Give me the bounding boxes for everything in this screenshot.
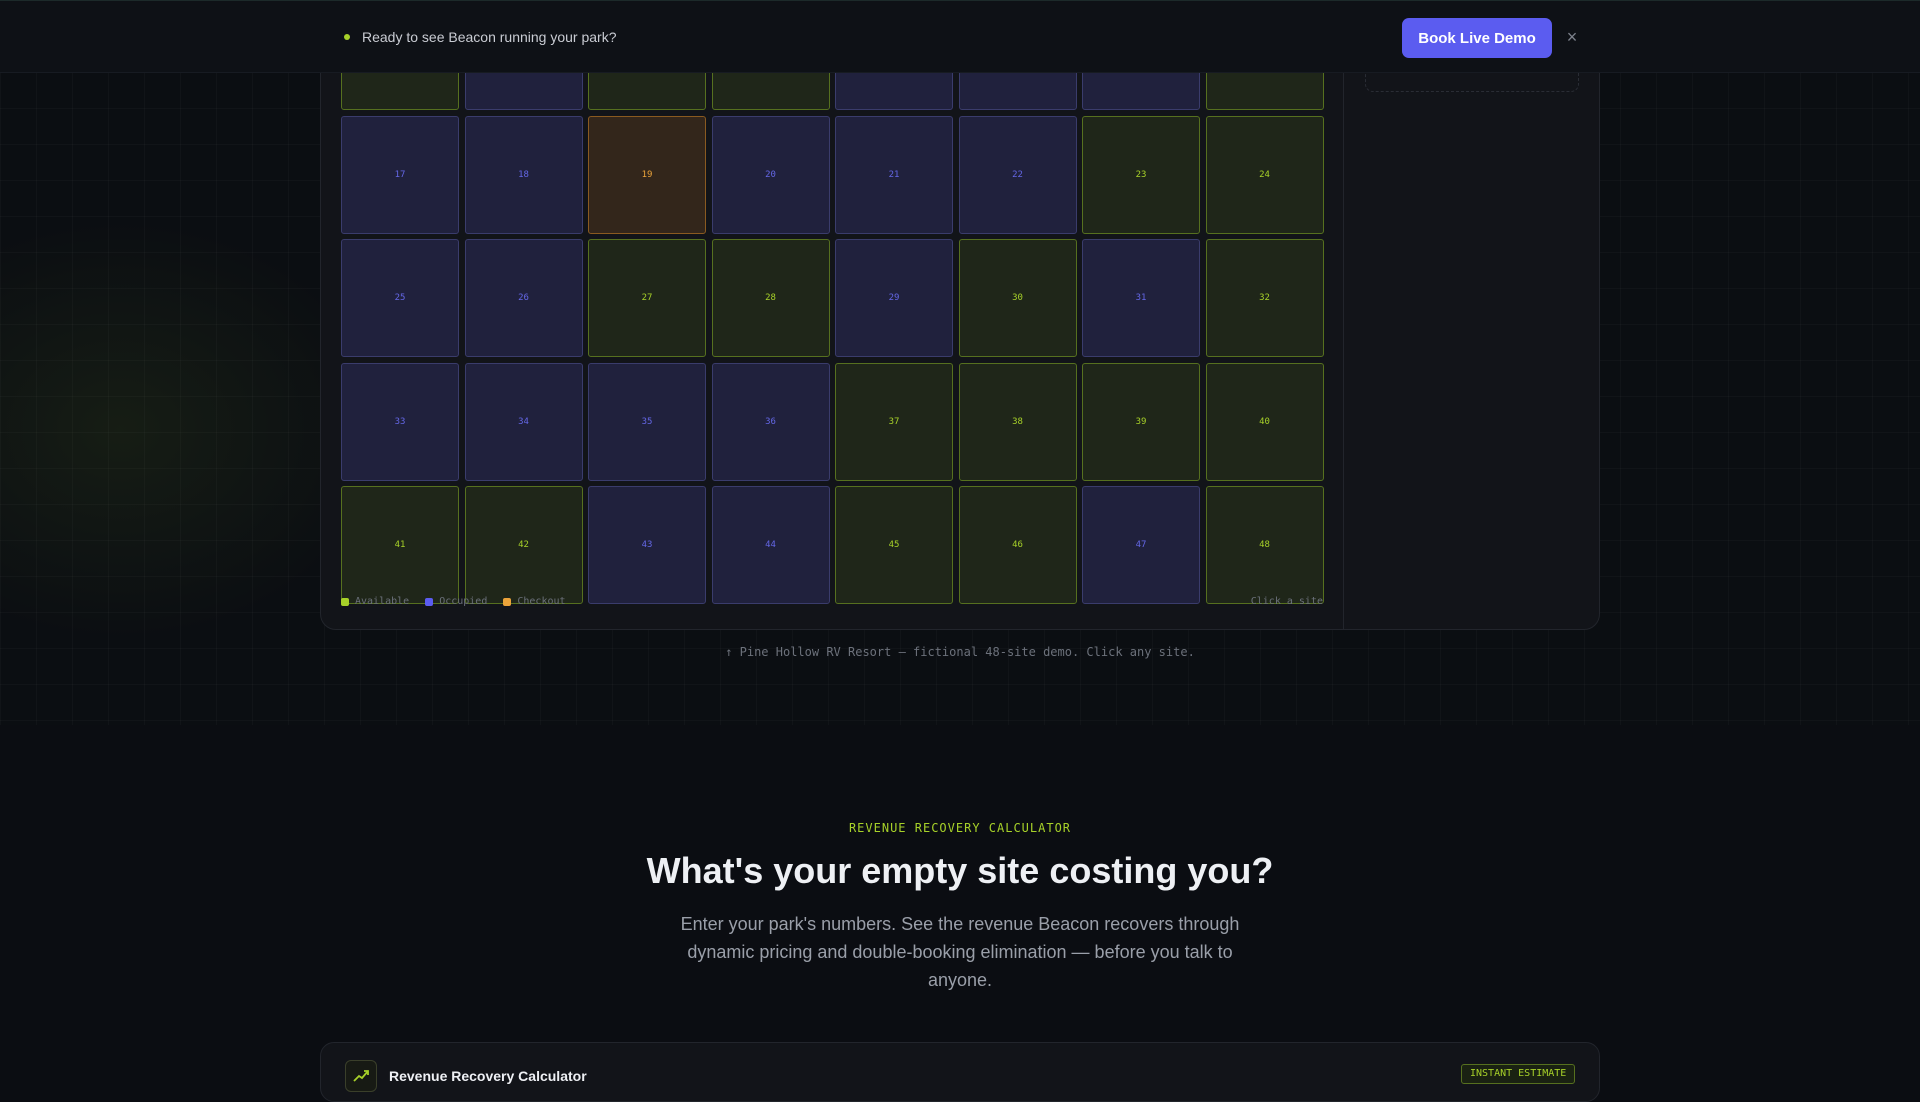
site-48[interactable]: 48 <box>1205 486 1324 604</box>
site-43[interactable]: 43 <box>588 486 706 604</box>
site-number: 40 <box>1259 416 1270 427</box>
site-number: 25 <box>394 293 406 303</box>
site-37[interactable]: 37 <box>835 362 953 481</box>
site-number: 32 <box>1259 293 1270 303</box>
site-32[interactable]: 32 <box>1205 239 1324 357</box>
site-hint: Click a site <box>1250 596 1323 607</box>
site-number: 28 <box>765 293 776 303</box>
site-19[interactable]: 19 <box>588 115 706 234</box>
site-24[interactable]: 24 <box>1205 115 1324 234</box>
site-number: 39 <box>1135 416 1147 427</box>
site-number: 43 <box>641 540 653 550</box>
site-number: 17 <box>394 169 406 180</box>
site-number: 19 <box>641 169 653 180</box>
site-number: 48 <box>1259 540 1270 550</box>
site-number: 45 <box>888 540 900 550</box>
calculator-eyebrow: REVENUE RECOVERY CALCULATOR <box>848 821 1072 835</box>
site-45[interactable]: 45 <box>835 486 953 604</box>
site-25[interactable]: 25 <box>341 239 459 357</box>
site-number: 26 <box>518 293 529 303</box>
site-number: 24 <box>1259 169 1270 180</box>
legend-occupied: Occupied <box>425 596 487 607</box>
site-28[interactable]: 28 <box>711 239 830 357</box>
site-26[interactable]: 26 <box>464 239 583 357</box>
legend-checkout-label: Checkout <box>517 596 566 607</box>
site-number: 36 <box>765 416 776 427</box>
site-grid: 9101112131415161718192021222324252627282… <box>321 0 1343 604</box>
site-34[interactable]: 34 <box>464 362 583 481</box>
site-31[interactable]: 31 <box>1082 239 1200 357</box>
site-21[interactable]: 21 <box>835 115 953 234</box>
site-number: 30 <box>1012 293 1023 303</box>
occupied-swatch <box>425 597 434 606</box>
site-number: 23 <box>1135 169 1147 180</box>
trending-up-icon <box>345 1060 377 1092</box>
site-33[interactable]: 33 <box>341 362 459 481</box>
calculator-card-title: Revenue Recovery Calculator <box>389 1068 587 1084</box>
legend-available: Available <box>341 596 409 607</box>
site-number: 44 <box>765 540 776 550</box>
calculator-headline: What's your empty site costing you? <box>646 850 1274 891</box>
available-swatch <box>341 597 349 606</box>
panel-divider <box>1343 41 1344 629</box>
site-36[interactable]: 36 <box>711 362 830 481</box>
announcement-bar: Ready to see Beacon running your park? B… <box>0 0 1920 73</box>
site-number: 22 <box>1012 169 1023 180</box>
site-46[interactable]: 46 <box>958 486 1077 604</box>
site-number: 18 <box>518 169 529 180</box>
announcement-message: Ready to see Beacon running your park? <box>362 29 617 45</box>
site-17[interactable]: 17 <box>341 115 459 234</box>
calculator-card: Revenue Recovery Calculator INSTANT ESTI… <box>320 1042 1600 1102</box>
legend-checkout: Checkout <box>503 596 566 607</box>
site-18[interactable]: 18 <box>464 115 583 234</box>
site-number: 46 <box>1012 540 1023 550</box>
instant-estimate-badge: INSTANT ESTIMATE <box>1461 1064 1576 1084</box>
site-38[interactable]: 38 <box>958 362 1077 481</box>
site-number: 37 <box>888 416 900 427</box>
close-icon[interactable]: × <box>1561 25 1583 49</box>
calculator-subcopy: Enter your park's numbers. See the reven… <box>680 914 1240 990</box>
site-22[interactable]: 22 <box>958 115 1077 234</box>
site-44[interactable]: 44 <box>711 486 830 604</box>
legend-available-label: Available <box>355 596 410 607</box>
site-23[interactable]: 23 <box>1082 115 1200 234</box>
site-29[interactable]: 29 <box>835 239 953 357</box>
site-35[interactable]: 35 <box>588 362 706 481</box>
site-number: 20 <box>765 169 776 180</box>
site-41[interactable]: 41 <box>341 486 459 604</box>
site-number: 34 <box>518 416 529 427</box>
site-20[interactable]: 20 <box>711 115 830 234</box>
site-42[interactable]: 42 <box>464 486 583 604</box>
status-dot-icon <box>344 34 350 40</box>
checkout-swatch <box>503 597 512 606</box>
site-number: 29 <box>888 293 900 303</box>
site-map-caption: ↑ Pine Hollow RV Resort — fictional 48-s… <box>725 645 1195 659</box>
site-map-panel: 9101112131415161718192021222324252627282… <box>320 0 1600 630</box>
site-number: 38 <box>1012 416 1023 427</box>
site-number: 21 <box>888 169 900 180</box>
site-number: 27 <box>641 293 653 303</box>
site-number: 31 <box>1135 293 1147 303</box>
site-27[interactable]: 27 <box>588 239 706 357</box>
site-legend: Available Occupied Checkout <box>341 596 566 607</box>
site-number: 42 <box>518 540 529 550</box>
book-live-demo-button[interactable]: Book Live Demo <box>1402 18 1552 58</box>
site-number: 41 <box>394 540 406 550</box>
site-number: 47 <box>1135 540 1147 550</box>
site-40[interactable]: 40 <box>1205 362 1324 481</box>
site-number: 33 <box>394 416 406 427</box>
site-30[interactable]: 30 <box>958 239 1077 357</box>
site-number: 35 <box>641 416 653 427</box>
site-39[interactable]: 39 <box>1082 362 1200 481</box>
site-47[interactable]: 47 <box>1082 486 1200 604</box>
legend-occupied-label: Occupied <box>439 596 488 607</box>
